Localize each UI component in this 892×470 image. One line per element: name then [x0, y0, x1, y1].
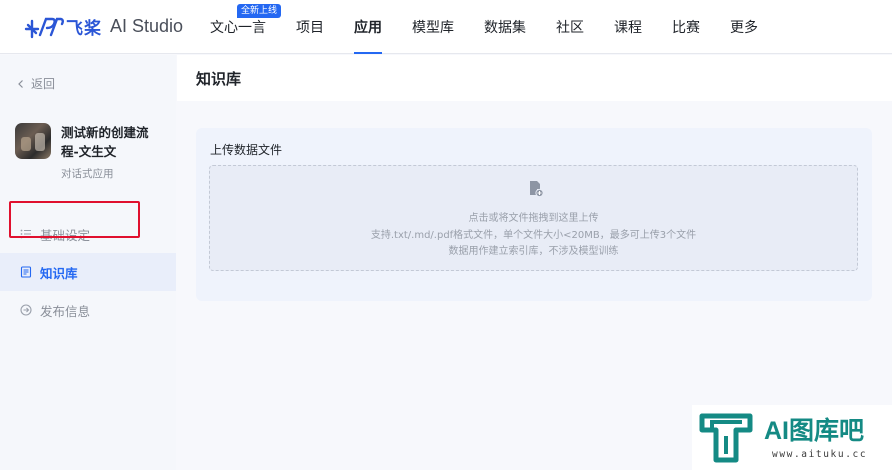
nav-item-label: 项目 [296, 19, 325, 36]
app-card: 测试新的创建流程-文生文 对话式应用 [15, 123, 165, 181]
nav-item-models[interactable]: 模型库 [397, 0, 469, 54]
file-add-icon [530, 181, 544, 198]
nav-item-courses[interactable]: 课程 [599, 0, 657, 54]
chevron-left-icon [18, 79, 23, 88]
upload-section-label: 上传数据文件 [210, 143, 283, 157]
nav-item-label: 应用 [354, 19, 383, 36]
list-icon [20, 229, 31, 239]
nav-item-apps[interactable]: 应用 [339, 0, 397, 54]
nav-item-label: 比赛 [672, 19, 701, 36]
arrow-circle-icon [20, 304, 32, 316]
nav-item-competitions[interactable]: 比赛 [657, 0, 715, 54]
nav-item-projects[interactable]: 项目 [281, 0, 339, 54]
nav-item-label: 数据集 [484, 19, 527, 36]
dropzone-hint-formats: 支持.txt/.md/.pdf格式文件，单个文件大小<20MB，最多可上传3个文… [370, 230, 697, 241]
app-avatar [15, 123, 51, 159]
sidebar-item-label: 发布信息 [40, 303, 91, 319]
paddle-logo-icon [24, 17, 64, 38]
main-nav: 文心一言 全新上线 项目 应用 模型库 数据集 社区 课程 比赛 更多 [195, 0, 773, 54]
nav-item-more[interactable]: 更多 [715, 0, 773, 54]
back-label: 返回 [31, 77, 56, 91]
aituku-logo-icon [699, 413, 753, 463]
upload-panel: 上传数据文件 点击或将文件拖拽到这里上传 支持.txt/.md/.pdf格式文件… [196, 128, 872, 301]
nav-item-datasets[interactable]: 数据集 [469, 0, 541, 54]
dropzone-hint-usage: 数据用作建立索引库，不涉及模型训练 [448, 246, 619, 257]
page-title: 知识库 [196, 69, 242, 88]
sidebar-item-basic-settings[interactable]: 基础设定 [0, 215, 176, 253]
file-dropzone[interactable]: 点击或将文件拖拽到这里上传 支持.txt/.md/.pdf格式文件，单个文件大小… [209, 165, 858, 271]
watermark: AI图库吧 www.aituku.cc [692, 405, 892, 470]
logo-chinese-text: 飞桨 [66, 19, 102, 39]
nav-item-label: 更多 [730, 19, 759, 36]
app-name: 测试新的创建流程-文生文 [61, 125, 149, 159]
sidebar-item-publish-info[interactable]: 发布信息 [0, 291, 176, 329]
watermark-title: AI图库吧 [764, 417, 865, 445]
nav-item-label: 社区 [556, 19, 585, 36]
nav-item-wenxin[interactable]: 文心一言 全新上线 [195, 0, 282, 54]
sidebar: 返回 测试新的创建流程-文生文 对话式应用 基础设定 知识库 发布信息 [0, 55, 176, 470]
new-badge: 全新上线 [237, 3, 282, 18]
dropzone-hint-primary: 点击或将文件拖拽到这里上传 [468, 213, 599, 224]
sidebar-item-label: 基础设定 [40, 227, 91, 243]
watermark-url: www.aituku.cc [772, 449, 868, 460]
back-link[interactable]: 返回 [16, 75, 55, 92]
nav-item-label: 文心一言 [210, 19, 267, 36]
nav-item-label: 课程 [614, 19, 643, 36]
sidebar-menu: 基础设定 知识库 发布信息 [0, 215, 176, 329]
document-icon [20, 266, 32, 278]
top-navigation-bar: 飞桨 AI Studio 文心一言 全新上线 项目 应用 模型库 数据集 社区 … [0, 0, 892, 54]
nav-item-label: 模型库 [412, 19, 455, 36]
logo[interactable]: 飞桨 AI Studio [24, 0, 183, 54]
logo-english-text: AI Studio [110, 16, 184, 36]
sidebar-item-label: 知识库 [40, 265, 78, 281]
app-type: 对话式应用 [61, 168, 114, 180]
sidebar-item-knowledge-base[interactable]: 知识库 [0, 253, 176, 291]
page-header: 知识库 [177, 55, 892, 101]
nav-item-community[interactable]: 社区 [541, 0, 599, 54]
